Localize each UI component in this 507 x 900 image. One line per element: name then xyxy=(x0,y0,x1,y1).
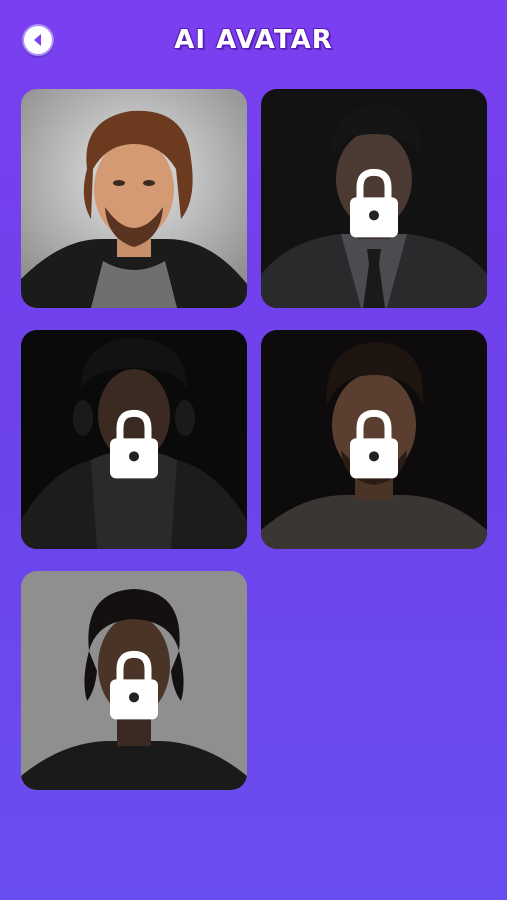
avatar-card-4[interactable] xyxy=(261,330,487,549)
avatar-card-2[interactable] xyxy=(261,89,487,308)
avatar-card-1[interactable] xyxy=(21,89,247,308)
lock-icon xyxy=(110,650,158,719)
avatar-card-3[interactable] xyxy=(21,330,247,549)
page-title: AI AVATAR xyxy=(174,25,333,55)
avatar-portrait-1 xyxy=(21,89,247,308)
lock-icon xyxy=(350,168,398,237)
header: AI AVATAR xyxy=(0,0,507,80)
avatar-card-5[interactable] xyxy=(21,571,247,790)
lock-icon xyxy=(350,409,398,478)
lock-icon xyxy=(110,409,158,478)
